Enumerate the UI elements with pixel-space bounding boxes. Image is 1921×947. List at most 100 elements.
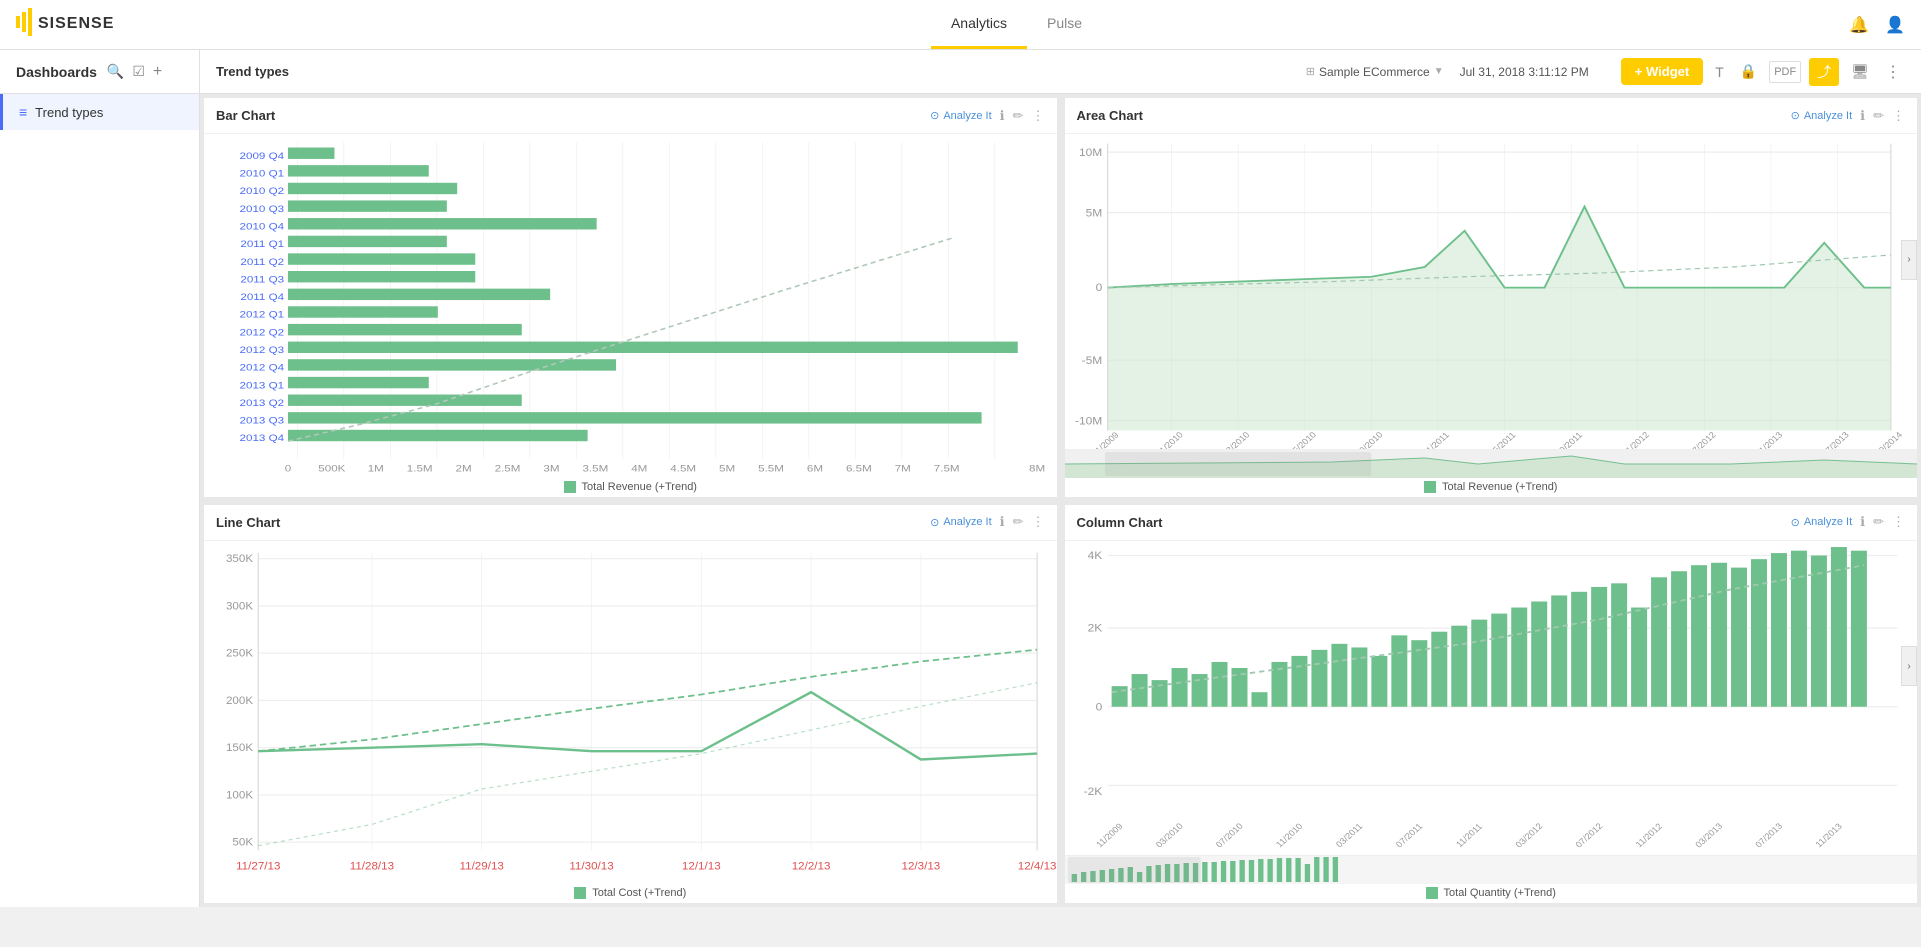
svg-text:2013 Q1: 2013 Q1 <box>240 380 285 391</box>
column-edit-icon[interactable]: ✏ <box>1873 514 1884 530</box>
line-analyze-btn[interactable]: ⊙ Analyze It <box>930 516 992 529</box>
col-bar-24 <box>1571 591 1587 706</box>
column-legend-box <box>1426 887 1438 899</box>
area-analyze-btn[interactable]: ⊙ Analyze It <box>1791 109 1853 122</box>
col-bar-23 <box>1551 595 1567 706</box>
line-lower <box>258 682 1037 845</box>
add-icon[interactable]: + <box>153 63 162 81</box>
bar-edit-icon[interactable]: ✏ <box>1013 108 1024 124</box>
date-filter: Jul 31, 2018 3:11:12 PM <box>1460 65 1589 79</box>
svg-text:-10M: -10M <box>1075 416 1102 427</box>
svg-text:09/2014: 09/2014 <box>1873 430 1904 449</box>
lock-icon[interactable]: 🔒 <box>1736 59 1761 84</box>
col-bar-35 <box>1790 550 1806 706</box>
more-icon[interactable]: ⋮ <box>1881 58 1905 86</box>
svg-text:11/2013: 11/2013 <box>1813 821 1844 849</box>
line-chart-header: Line Chart ⊙ Analyze It ℹ ✏ ⋮ <box>204 505 1057 541</box>
column-chevron-right[interactable]: › <box>1901 646 1917 686</box>
area-chart-title: Area Chart <box>1077 108 1791 123</box>
col-bar-14 <box>1371 655 1387 706</box>
col-bar-29 <box>1671 571 1687 706</box>
svg-text:12/1/13: 12/1/13 <box>682 860 721 871</box>
svg-text:500K: 500K <box>318 463 345 474</box>
bar-info-icon[interactable]: ℹ <box>1000 108 1005 124</box>
user-icon[interactable]: 👤 <box>1885 15 1905 35</box>
dashboard-name: Trend types <box>216 64 289 79</box>
svg-text:12/4/13: 12/4/13 <box>1018 860 1057 871</box>
tab-pulse[interactable]: Pulse <box>1027 0 1102 49</box>
svg-text:-5M: -5M <box>1081 355 1102 366</box>
svg-text:11/2012: 11/2012 <box>1633 821 1664 849</box>
bar-2011q3 <box>288 271 475 282</box>
col-bar-17 <box>1431 631 1447 706</box>
svg-text:07/2011: 07/2011 <box>1393 821 1424 849</box>
line-more-icon[interactable]: ⋮ <box>1032 514 1045 530</box>
column-info-icon[interactable]: ℹ <box>1860 514 1865 530</box>
bar-analyze-btn[interactable]: ⊙ Analyze It <box>930 109 992 122</box>
svg-text:0: 0 <box>1095 283 1102 294</box>
analyze-icon: ⊙ <box>930 109 939 122</box>
logo-area: SISENSE <box>0 8 200 42</box>
bar-legend-box <box>564 481 576 493</box>
monitor-icon[interactable]: 🖥 <box>1847 59 1873 84</box>
svg-text:12/3/13: 12/3/13 <box>902 860 941 871</box>
line-info-icon[interactable]: ℹ <box>1000 514 1005 530</box>
widget-button[interactable]: + Widget <box>1621 58 1703 85</box>
column-chart-header: Column Chart ⊙ Analyze It ℹ ✏ ⋮ <box>1065 505 1918 541</box>
line-edit-icon[interactable]: ✏ <box>1013 514 1024 530</box>
area-legend-box <box>1424 481 1436 493</box>
bar-chart-panel: Bar Chart ⊙ Analyze It ℹ ✏ ⋮ <box>204 98 1057 497</box>
share-icon[interactable]: ⤴ <box>1809 58 1839 86</box>
line-chart-actions: ⊙ Analyze It ℹ ✏ ⋮ <box>930 514 1044 530</box>
sidebar-item-trend-types[interactable]: ≡ Trend types <box>0 94 199 130</box>
col-bar-34 <box>1770 553 1786 707</box>
area-more-icon[interactable]: ⋮ <box>1892 108 1905 124</box>
col-bar-36 <box>1810 555 1826 706</box>
svg-text:11/28/13: 11/28/13 <box>350 860 394 871</box>
svg-text:2010 Q1: 2010 Q1 <box>240 169 285 180</box>
column-analyze-icon: ⊙ <box>1791 516 1800 529</box>
line-chart-body: 350K 300K 250K 200K 150K 100K 50K <box>204 541 1057 884</box>
search-icon[interactable]: 🔍 <box>107 63 124 80</box>
column-more-icon[interactable]: ⋮ <box>1892 514 1905 530</box>
line-legend-box <box>574 887 586 899</box>
bar-2012q1 <box>288 306 438 317</box>
area-edit-icon[interactable]: ✏ <box>1873 108 1884 124</box>
col-bar-33 <box>1750 559 1766 707</box>
svg-text:11/27/13: 11/27/13 <box>236 860 280 871</box>
bell-icon[interactable]: 🔔 <box>1849 15 1869 35</box>
svg-text:2011 Q4: 2011 Q4 <box>240 292 284 303</box>
text-icon[interactable]: T <box>1711 60 1728 84</box>
area-info-icon[interactable]: ℹ <box>1860 108 1865 124</box>
svg-text:2012 Q3: 2012 Q3 <box>240 345 285 356</box>
col-bar-10 <box>1291 655 1307 706</box>
svg-text:2011 Q3: 2011 Q3 <box>240 274 284 285</box>
svg-text:07/2012: 07/2012 <box>1573 821 1604 849</box>
bar-chart-svg: 0 500K 1M 1.5M 2M 2.5M 3M 3.5M 4M 4.5M 5… <box>204 134 1057 477</box>
tab-analytics[interactable]: Analytics <box>931 0 1027 49</box>
bar-chart-actions: ⊙ Analyze It ℹ ✏ ⋮ <box>930 108 1044 124</box>
svg-text:6.5M: 6.5M <box>846 463 872 474</box>
col-bar-27 <box>1631 607 1647 706</box>
line-legend-label: Total Cost (+Trend) <box>592 887 686 899</box>
column-legend-label: Total Quantity (+Trend) <box>1444 887 1556 899</box>
bar-chart-title: Bar Chart <box>216 108 930 123</box>
col-bar-15 <box>1391 635 1407 706</box>
bar-more-icon[interactable]: ⋮ <box>1032 108 1045 124</box>
area-chevron-right[interactable]: › <box>1901 240 1917 280</box>
svg-text:03/2010: 03/2010 <box>1220 430 1251 449</box>
column-analyze-btn[interactable]: ⊙ Analyze It <box>1791 516 1853 529</box>
content-area: Bar Chart ⊙ Analyze It ℹ ✏ ⋮ <box>200 94 1921 907</box>
svg-text:01/2010: 01/2010 <box>1153 430 1184 449</box>
svg-text:5M: 5M <box>719 463 735 474</box>
svg-text:2010 Q4: 2010 Q4 <box>240 222 285 233</box>
datasource-filter[interactable]: ⊞ Sample ECommerce ▼ <box>1306 65 1444 79</box>
line-analyze-icon: ⊙ <box>930 516 939 529</box>
pdf-icon[interactable]: PDF <box>1769 61 1801 83</box>
col-bar-8 <box>1251 692 1267 707</box>
bookmark-icon[interactable]: ☑ <box>132 63 145 80</box>
svg-text:11/2011: 11/2011 <box>1453 821 1483 848</box>
svg-text:07/2013: 07/2013 <box>1819 430 1850 449</box>
line-chart-panel: Line Chart ⊙ Analyze It ℹ ✏ ⋮ 350K 300K … <box>204 505 1057 904</box>
bar-2011q4 <box>288 289 550 300</box>
